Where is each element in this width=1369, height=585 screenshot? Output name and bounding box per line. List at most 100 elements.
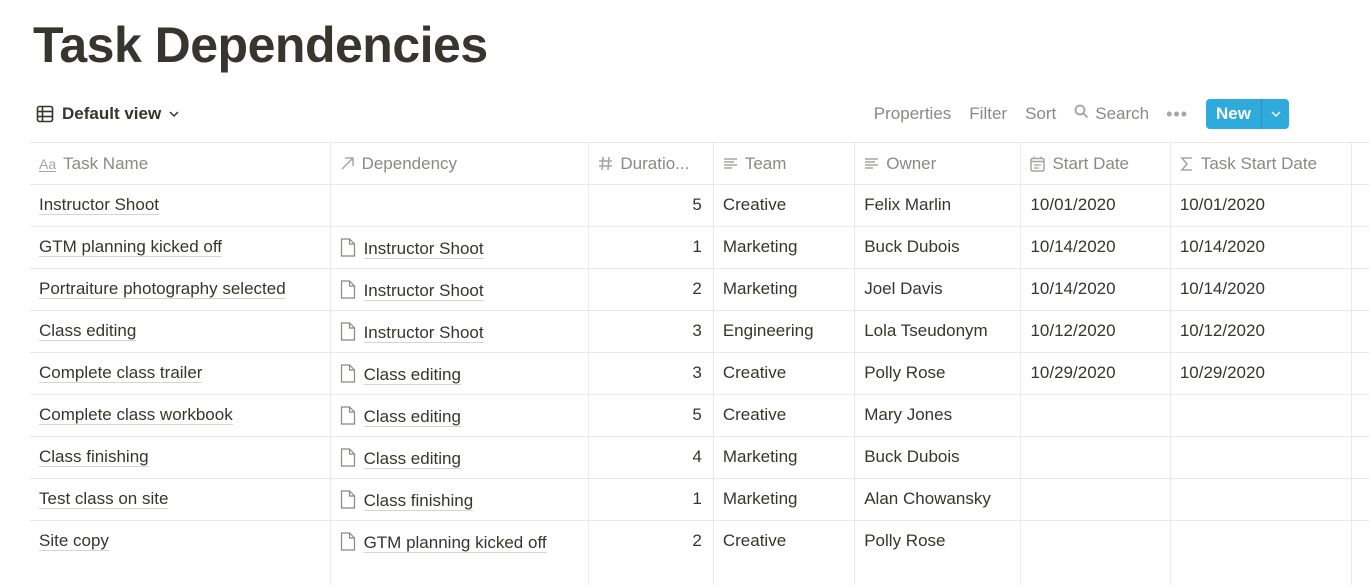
start-date-cell[interactable]: 10/14/2020	[1021, 227, 1171, 268]
column-header-task-start-date[interactable]: Task Start Date	[1171, 143, 1352, 184]
duration-cell[interactable]: 3	[589, 353, 714, 394]
team-cell[interactable]: Creative	[714, 395, 856, 436]
column-header-start-date[interactable]: Start Date	[1021, 143, 1171, 184]
duration-cell[interactable]: 1	[589, 227, 714, 268]
task-name-cell[interactable]: Site copy	[30, 521, 331, 585]
team-cell[interactable]: Engineering	[714, 311, 856, 352]
owner-cell[interactable]: Polly Rose	[855, 521, 1022, 585]
task-name-link[interactable]: GTM planning kicked off	[39, 237, 222, 257]
dependency-cell[interactable]: GTM planning kicked off	[331, 521, 590, 585]
owner-cell[interactable]: Buck Dubois	[855, 227, 1022, 268]
start-date-cell[interactable]	[1021, 479, 1171, 520]
duration-cell[interactable]: 4	[589, 437, 714, 478]
dependency-cell[interactable]: Class editing	[331, 437, 590, 478]
dependency-item[interactable]: GTM planning kicked off	[340, 532, 547, 553]
dependency-cell[interactable]: Class editing	[331, 353, 590, 394]
task-start-date-cell: 10/29/2020	[1171, 353, 1352, 394]
start-date-cell[interactable]: 10/01/2020	[1021, 185, 1171, 226]
owner-cell[interactable]: Lola Tseudonym	[855, 311, 1022, 352]
task-name-link[interactable]: Instructor Shoot	[39, 195, 160, 215]
task-name-link[interactable]: Portraiture photography selected	[39, 279, 286, 299]
dependency-item[interactable]: Instructor Shoot	[340, 322, 484, 343]
dependency-cell[interactable]: Class editing	[331, 395, 590, 436]
dependency-item[interactable]: Instructor Shoot	[340, 238, 484, 259]
task-name-link[interactable]: Class editing	[39, 321, 137, 341]
dependency-cell[interactable]	[331, 185, 590, 226]
dependency-cell[interactable]: Class finishing	[331, 479, 590, 520]
page-icon	[340, 322, 356, 347]
team-cell[interactable]: Creative	[714, 185, 856, 226]
task-name-cell[interactable]: Complete class workbook	[30, 395, 331, 436]
task-name-cell[interactable]: Instructor Shoot	[30, 185, 331, 226]
dependency-cell[interactable]: Instructor Shoot	[331, 311, 590, 352]
team-cell[interactable]: Marketing	[714, 479, 856, 520]
owner-cell[interactable]: Buck Dubois	[855, 437, 1022, 478]
new-button[interactable]: New	[1206, 99, 1261, 129]
dependency-item[interactable]: Class editing	[340, 448, 461, 469]
team-cell[interactable]: Marketing	[714, 269, 856, 310]
duration-cell[interactable]: 2	[589, 269, 714, 310]
search-button[interactable]: Search	[1065, 99, 1158, 129]
start-date-cell[interactable]	[1021, 521, 1171, 585]
dependency-link[interactable]: Instructor Shoot	[363, 323, 484, 343]
start-date-cell[interactable]: 10/12/2020	[1021, 311, 1171, 352]
column-header-dependency[interactable]: Dependency	[331, 143, 590, 184]
start-date-cell[interactable]: 10/14/2020	[1021, 269, 1171, 310]
dependency-item[interactable]: Instructor Shoot	[340, 280, 484, 301]
duration-cell[interactable]: 1	[589, 479, 714, 520]
task-name-cell[interactable]: Class editing	[30, 311, 331, 352]
task-name-cell[interactable]: Complete class trailer	[30, 353, 331, 394]
column-header-duration[interactable]: Duratio...	[589, 143, 714, 184]
dependency-item[interactable]: Class editing	[340, 364, 461, 385]
dependency-link[interactable]: Instructor Shoot	[363, 239, 484, 259]
task-name-cell[interactable]: GTM planning kicked off	[30, 227, 331, 268]
dependency-item[interactable]: Class editing	[340, 406, 461, 427]
dependency-link[interactable]: Class editing	[363, 365, 461, 385]
dependency-cell[interactable]: Instructor Shoot	[331, 269, 590, 310]
owner-cell[interactable]: Polly Rose	[855, 353, 1022, 394]
start-date-cell[interactable]	[1021, 437, 1171, 478]
team-cell[interactable]: Creative	[714, 521, 856, 585]
column-header-task-name[interactable]: Aa Task Name	[30, 143, 331, 184]
dependency-link[interactable]: Instructor Shoot	[363, 281, 484, 301]
sort-button[interactable]: Sort	[1016, 99, 1065, 129]
column-label: Dependency	[361, 153, 458, 173]
task-name-link[interactable]: Complete class workbook	[39, 405, 233, 425]
start-date-cell[interactable]: 10/29/2020	[1021, 353, 1171, 394]
column-header-team[interactable]: Team	[714, 143, 856, 184]
new-dropdown-button[interactable]	[1261, 99, 1289, 129]
duration-cell[interactable]: 3	[589, 311, 714, 352]
task-name-link[interactable]: Class finishing	[39, 447, 149, 467]
duration-cell[interactable]: 5	[589, 185, 714, 226]
duration-cell[interactable]: 2	[589, 521, 714, 585]
owner-cell[interactable]: Felix Marlin	[855, 185, 1022, 226]
dependency-link[interactable]: Class editing	[363, 449, 461, 469]
overflow-cell	[1352, 521, 1369, 585]
duration-cell[interactable]: 5	[589, 395, 714, 436]
owner-cell[interactable]: Alan Chowansky	[855, 479, 1022, 520]
start-date-cell[interactable]	[1021, 395, 1171, 436]
dependency-link[interactable]: Class finishing	[363, 491, 474, 511]
team-cell[interactable]: Creative	[714, 353, 856, 394]
task-start-date-cell	[1171, 479, 1352, 520]
properties-button[interactable]: Properties	[865, 99, 960, 129]
more-options-button[interactable]: •••	[1158, 99, 1202, 129]
task-name-link[interactable]: Test class on site	[39, 489, 169, 509]
task-name-cell[interactable]: Test class on site	[30, 479, 331, 520]
owner-cell[interactable]: Joel Davis	[855, 269, 1022, 310]
task-name-link[interactable]: Complete class trailer	[39, 363, 203, 383]
view-switcher[interactable]: Default view	[36, 102, 179, 126]
owner-cell[interactable]: Mary Jones	[855, 395, 1022, 436]
team-cell[interactable]: Marketing	[714, 437, 856, 478]
column-header-owner[interactable]: Owner	[855, 143, 1022, 184]
dependency-cell[interactable]: Instructor Shoot	[331, 227, 590, 268]
filter-button[interactable]: Filter	[960, 99, 1016, 129]
team-cell[interactable]: Marketing	[714, 227, 856, 268]
dependency-item[interactable]: Class finishing	[340, 490, 474, 511]
dependency-link[interactable]: GTM planning kicked off	[363, 533, 547, 553]
task-name-link[interactable]: Site copy	[39, 531, 109, 551]
dependency-link[interactable]: Class editing	[363, 407, 461, 427]
task-name-cell[interactable]: Portraiture photography selected	[30, 269, 331, 310]
task-name-cell[interactable]: Class finishing	[30, 437, 331, 478]
text-lines-icon	[723, 157, 738, 170]
